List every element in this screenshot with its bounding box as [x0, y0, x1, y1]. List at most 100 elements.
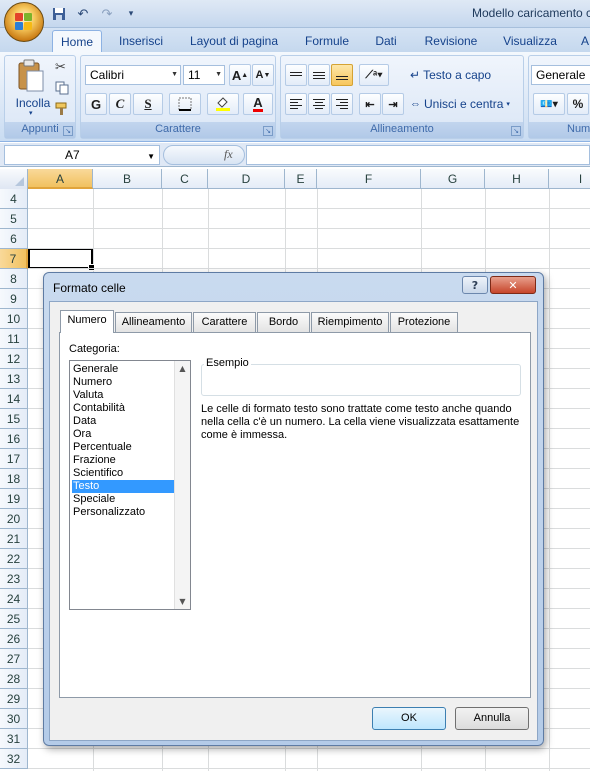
row-header-18[interactable]: 18 — [0, 469, 28, 489]
tab-more[interactable]: A — [578, 30, 590, 52]
grow-font-button[interactable]: A ▲ — [229, 64, 251, 86]
customize-qat-icon[interactable]: ▾ — [122, 5, 140, 23]
row-header-22[interactable]: 22 — [0, 549, 28, 569]
row-header-5[interactable]: 5 — [0, 209, 28, 229]
align-bottom-button[interactable] — [331, 64, 353, 86]
column-header-g[interactable]: G — [421, 169, 485, 189]
column-header-b[interactable]: B — [93, 169, 162, 189]
sheet-row[interactable] — [28, 749, 590, 769]
font-size-combo[interactable]: 11 ▼ — [183, 65, 225, 85]
close-button[interactable]: ✕ — [490, 276, 536, 294]
row-header-11[interactable]: 11 — [0, 329, 28, 349]
category-item[interactable]: Generale — [72, 363, 175, 376]
align-middle-button[interactable] — [308, 64, 330, 86]
column-header-f[interactable]: F — [317, 169, 421, 189]
scroll-up-icon[interactable]: ▲ — [175, 361, 190, 376]
row-header-7[interactable]: 7 — [0, 249, 28, 269]
accounting-format-button[interactable]: 💶▾ — [533, 93, 565, 115]
row-header-23[interactable]: 23 — [0, 569, 28, 589]
row-header-21[interactable]: 21 — [0, 529, 28, 549]
column-header-d[interactable]: D — [208, 169, 285, 189]
row-header-25[interactable]: 25 — [0, 609, 28, 629]
column-header-c[interactable]: C — [162, 169, 208, 189]
category-item[interactable]: Data — [72, 415, 175, 428]
row-header-12[interactable]: 12 — [0, 349, 28, 369]
borders-button[interactable] — [169, 93, 201, 115]
undo-icon[interactable]: ↶ — [74, 5, 92, 23]
row-header-29[interactable]: 29 — [0, 689, 28, 709]
tab-allineamento[interactable]: Allineamento — [115, 312, 192, 332]
orientation-button[interactable]: ⟋ᵃ▾ — [359, 64, 389, 86]
office-button[interactable] — [4, 2, 44, 42]
fill-color-button[interactable] — [207, 93, 239, 115]
row-header-16[interactable]: 16 — [0, 429, 28, 449]
tab-numero[interactable]: Numero — [60, 310, 114, 333]
sheet-row[interactable] — [28, 229, 590, 249]
row-header-30[interactable]: 30 — [0, 709, 28, 729]
row-header-13[interactable]: 13 — [0, 369, 28, 389]
category-item[interactable]: Testo — [72, 480, 175, 493]
sheet-row[interactable] — [28, 209, 590, 229]
row-header-28[interactable]: 28 — [0, 669, 28, 689]
ok-button[interactable]: OK — [372, 707, 446, 730]
font-name-combo[interactable]: Calibri ▼ — [85, 65, 181, 85]
align-left-button[interactable] — [285, 93, 307, 115]
tab-carattere[interactable]: Carattere — [193, 312, 256, 332]
category-item[interactable]: Speciale — [72, 493, 175, 506]
row-header-19[interactable]: 19 — [0, 489, 28, 509]
tab-layout-di-pagina[interactable]: Layout di pagina — [185, 30, 283, 52]
sheet-row[interactable] — [28, 249, 590, 269]
category-item[interactable]: Ora — [72, 428, 175, 441]
underline-button[interactable]: S — [133, 93, 163, 115]
category-item[interactable]: Numero — [72, 376, 175, 389]
help-button[interactable]: ? — [462, 276, 488, 294]
tab-visualizza[interactable]: Visualizza — [498, 30, 562, 52]
align-top-button[interactable] — [285, 64, 307, 86]
increase-indent-button[interactable]: ⇥ — [382, 93, 404, 115]
column-header-i[interactable]: I — [549, 169, 590, 189]
row-header-20[interactable]: 20 — [0, 509, 28, 529]
tab-dati[interactable]: Dati — [368, 30, 404, 52]
row-header-4[interactable]: 4 — [0, 189, 28, 209]
cancel-button[interactable]: Annulla — [455, 707, 529, 730]
sheet-row[interactable] — [28, 189, 590, 209]
row-header-17[interactable]: 17 — [0, 449, 28, 469]
align-center-button[interactable] — [308, 93, 330, 115]
percent-button[interactable]: % — [567, 93, 589, 115]
bold-button[interactable]: G — [85, 93, 107, 115]
alignment-launcher-icon[interactable]: ↘ — [511, 126, 521, 136]
select-all-button[interactable] — [0, 169, 28, 189]
row-header-6[interactable]: 6 — [0, 229, 28, 249]
merge-center-button[interactable]: ⇔ Unisci e centra ▾ — [409, 93, 521, 115]
row-header-27[interactable]: 27 — [0, 649, 28, 669]
column-header-a[interactable]: A — [28, 169, 93, 189]
category-item[interactable]: Scientifico — [72, 467, 175, 480]
align-right-button[interactable] — [331, 93, 353, 115]
category-scrollbar[interactable]: ▲ ▼ — [174, 361, 190, 609]
tab-home[interactable]: Home — [52, 30, 102, 52]
insert-function-icon[interactable]: fx — [224, 147, 233, 162]
decrease-indent-button[interactable]: ⇤ — [359, 93, 381, 115]
tab-revisione[interactable]: Revisione — [418, 30, 484, 52]
tab-inserisci[interactable]: Inserisci — [112, 30, 170, 52]
tab-protezione[interactable]: Protezione — [390, 312, 458, 332]
row-header-32[interactable]: 32 — [0, 749, 28, 769]
category-item[interactable]: Frazione — [72, 454, 175, 467]
column-header-e[interactable]: E — [285, 169, 317, 189]
name-box[interactable]: A7 ▼ — [4, 145, 160, 165]
paste-button[interactable]: Incolla ▾ — [13, 58, 50, 117]
category-item[interactable]: Valuta — [72, 389, 175, 402]
font-color-button[interactable]: A — [243, 93, 273, 115]
category-item[interactable]: Contabilità — [72, 402, 175, 415]
tab-formule[interactable]: Formule — [298, 30, 356, 52]
redo-icon[interactable]: ↷ — [98, 5, 116, 23]
row-header-14[interactable]: 14 — [0, 389, 28, 409]
row-header-9[interactable]: 9 — [0, 289, 28, 309]
wrap-text-button[interactable]: ↵ Testo a capo — [409, 64, 513, 86]
row-header-31[interactable]: 31 — [0, 729, 28, 749]
tab-bordo[interactable]: Bordo — [257, 312, 310, 332]
italic-button[interactable]: C — [109, 93, 131, 115]
row-header-26[interactable]: 26 — [0, 629, 28, 649]
tab-riempimento[interactable]: Riempimento — [311, 312, 389, 332]
formula-input[interactable] — [246, 145, 590, 165]
